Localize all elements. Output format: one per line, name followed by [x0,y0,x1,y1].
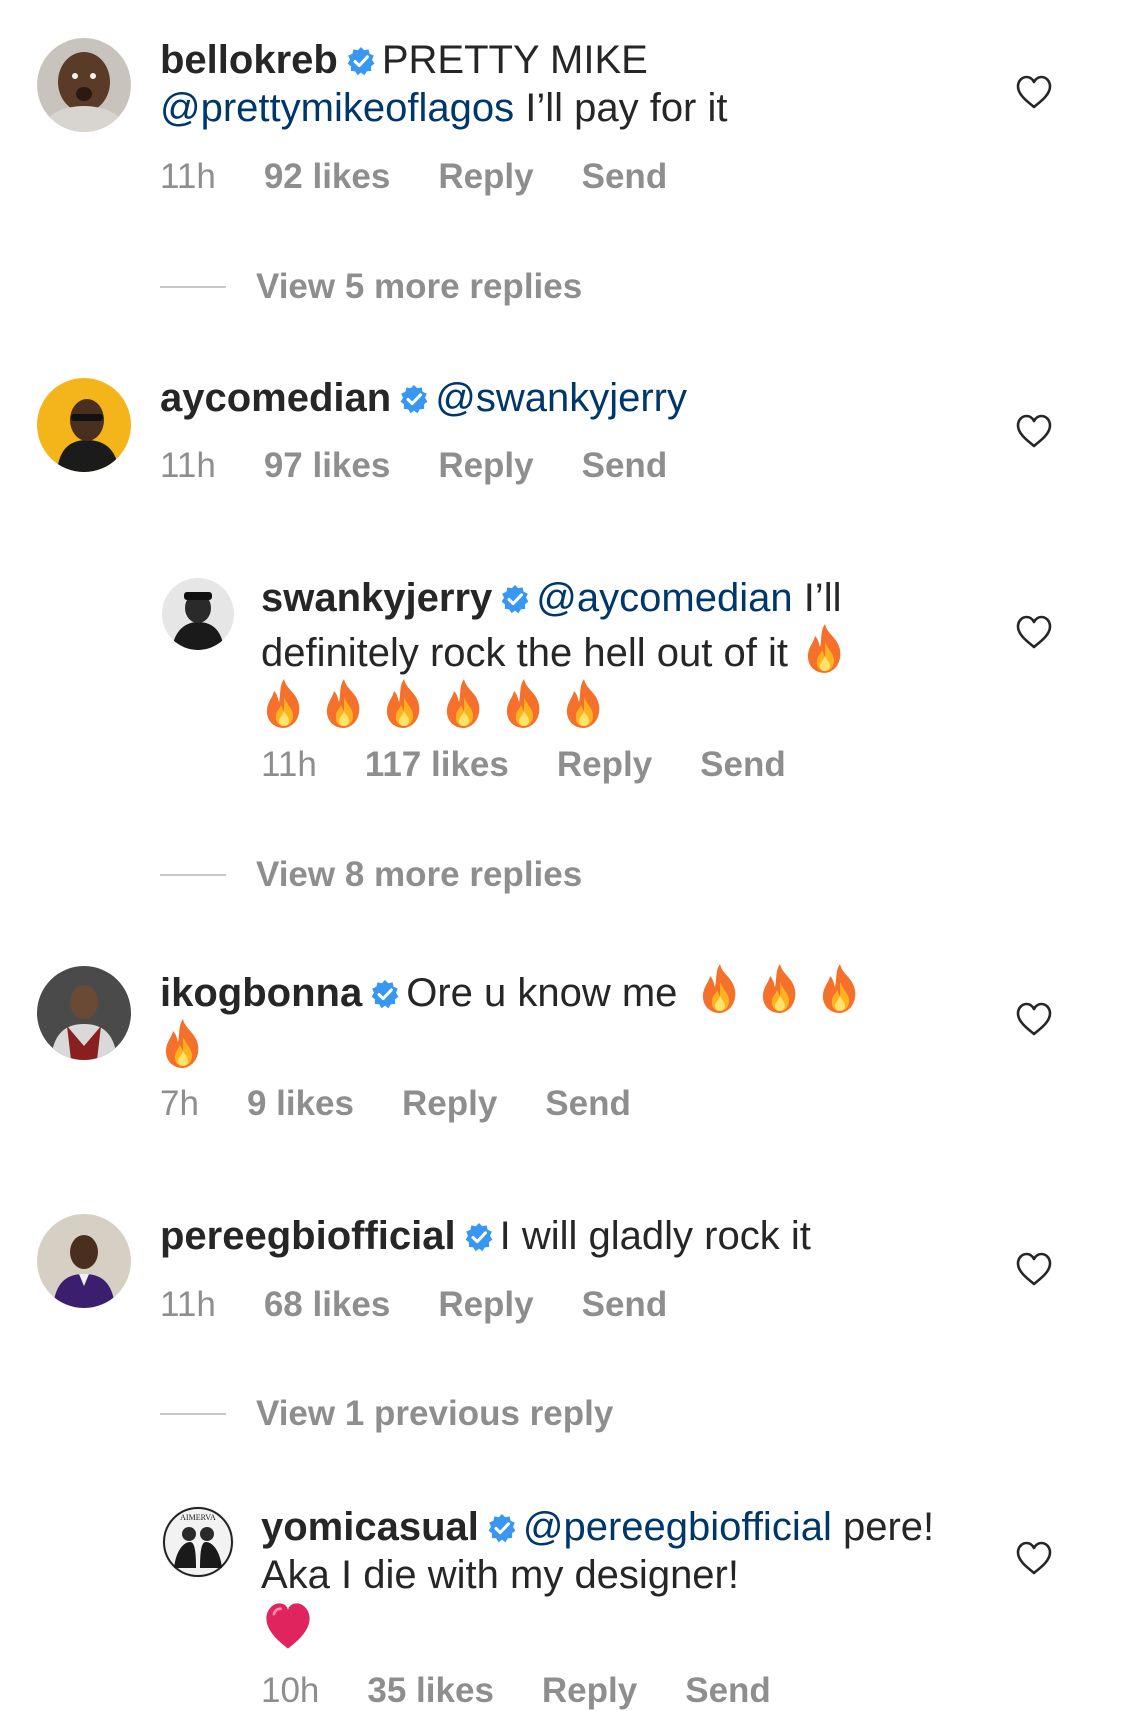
verified-badge-icon [370,979,401,1009]
comment-time: 7h [160,1084,199,1123]
comment-username[interactable]: yomicasual [261,1505,479,1549]
avatar[interactable] [37,378,131,472]
reply-button[interactable]: Reply [542,1671,637,1711]
like-heart-icon[interactable] [1015,1540,1053,1576]
comment-meta: 11h 97 likes Reply Send [160,446,715,486]
comment-time: 10h [261,1671,320,1710]
comment-username[interactable]: pereegbiofficial [160,1214,456,1258]
likes-count[interactable]: 92 likes [264,157,391,197]
comment-username[interactable]: bellokreb [160,38,338,82]
comment-body: Ore u know me [406,971,678,1015]
likes-count[interactable]: 117 likes [365,745,509,785]
divider-line [160,874,226,876]
divider-line [160,286,226,288]
avatar[interactable] [37,38,131,132]
view-more-replies-button[interactable]: View 8 more replies [160,855,582,895]
fire-emoji-icon [757,962,803,1016]
comment-time: 11h [160,446,216,485]
fire-emoji-icon [697,962,743,1016]
comment-text: bellokreb PRETTY MIKE @prettymikeoflagos I… [160,36,1000,132]
send-button[interactable]: Send [700,745,786,785]
comment-username[interactable]: swankyjerry [261,576,492,620]
avatar[interactable] [37,1214,131,1308]
like-heart-icon[interactable] [1015,614,1053,650]
send-button[interactable]: Send [685,1671,771,1711]
comment-username[interactable]: ikogbonna [160,971,362,1015]
likes-count[interactable]: 97 likes [264,446,391,486]
comment-meta: 11h 117 likes Reply Send [261,745,834,785]
avatar[interactable]: AIMERVA [162,1506,234,1578]
reply-button[interactable]: Reply [438,446,533,486]
send-button[interactable]: Send [582,157,668,197]
mention-link[interactable]: @aycomedian [536,576,792,620]
comment-meta: 11h 68 likes Reply Send [160,1285,715,1325]
fire-emoji-icon [321,677,367,731]
like-heart-icon[interactable] [1015,1001,1053,1037]
send-button[interactable]: Send [545,1084,631,1124]
reply-text: swankyjerry @aycomedian I’ll definitely r… [261,574,981,732]
likes-count[interactable]: 68 likes [264,1285,391,1325]
view-previous-replies-label: View 1 previous reply [256,1394,614,1433]
comment-meta: 11h 92 likes Reply Send [160,157,715,197]
fire-emoji-icon [160,1017,206,1071]
reply-button[interactable]: Reply [557,745,652,785]
comment-body: PRETTY MIKE [381,38,648,82]
send-button[interactable]: Send [582,446,668,486]
comment-text: ikogbonna Ore u know me [160,962,1000,1072]
likes-count[interactable]: 35 likes [367,1671,494,1711]
comment-username[interactable]: aycomedian [160,376,391,420]
mention-link[interactable]: @pereegbiofficial [523,1505,832,1549]
view-previous-replies-button[interactable]: View 1 previous reply [160,1394,613,1434]
comment-time: 11h [160,157,216,196]
like-heart-icon[interactable] [1015,74,1053,110]
fire-emoji-icon [441,677,487,731]
verified-badge-icon [399,384,430,414]
verified-badge-icon [345,46,376,76]
like-heart-icon[interactable] [1015,413,1053,449]
comment-text: aycomedian @swankyjerry [160,374,1000,422]
comment-body: I will gladly rock it [499,1214,811,1258]
reply-button[interactable]: Reply [438,157,533,197]
reply-text: yomicasual @pereegbiofficial pere! Aka I … [261,1503,981,1654]
comment-time: 11h [261,745,317,784]
fire-emoji-icon [561,677,607,731]
verified-badge-icon [500,584,531,614]
reply-button[interactable]: Reply [402,1084,497,1124]
mention-link[interactable]: @prettymikeoflagos [160,86,514,130]
comment-meta: 7h 9 likes Reply Send [160,1084,679,1124]
fire-emoji-icon [501,677,547,731]
likes-count[interactable]: 9 likes [247,1084,354,1124]
reply-button[interactable]: Reply [438,1285,533,1325]
avatar-logo-text: AIMERVA [180,1513,216,1522]
mention-link[interactable]: @swankyjerry [435,376,687,420]
view-more-replies-button[interactable]: View 5 more replies [160,267,582,307]
comment-meta: 10h 35 likes Reply Send [261,1671,819,1711]
fire-emoji-icon [802,622,848,676]
red-heart-emoji-icon [261,1599,315,1653]
send-button[interactable]: Send [582,1285,668,1325]
divider-line [160,1413,226,1415]
verified-badge-icon [486,1513,517,1543]
comment-time: 11h [160,1285,216,1324]
verified-badge-icon [463,1222,494,1252]
avatar[interactable] [162,578,234,650]
view-more-replies-label: View 5 more replies [256,267,583,306]
comment-text: pereegbiofficial I will gladly rock it [160,1212,1000,1260]
view-more-replies-label: View 8 more replies [256,855,583,894]
fire-emoji-icon [261,677,307,731]
avatar[interactable] [37,966,131,1060]
fire-emoji-icon [817,962,863,1016]
like-heart-icon[interactable] [1015,1251,1053,1287]
comment-body: I’ll pay for it [514,86,728,130]
fire-emoji-icon [381,677,427,731]
